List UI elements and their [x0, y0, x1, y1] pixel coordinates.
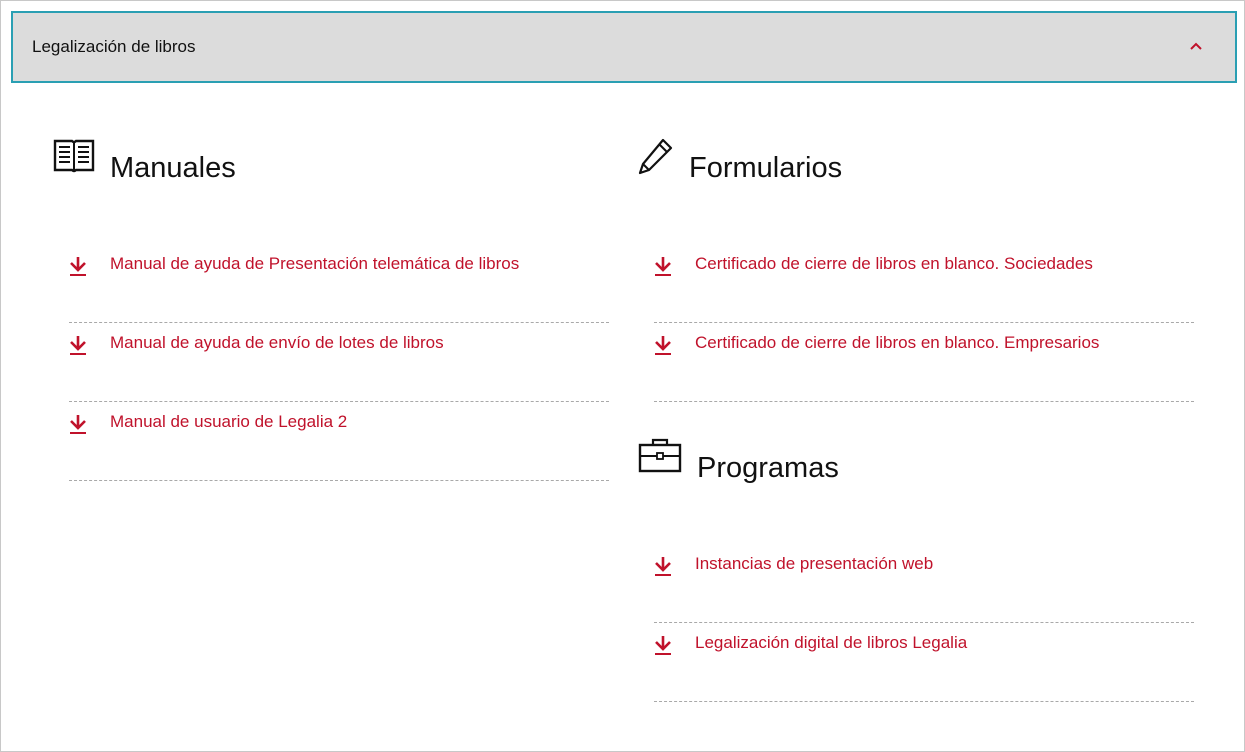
list-item[interactable]: Manual de ayuda de Presentación telemáti… — [69, 245, 609, 323]
pencil-icon — [638, 138, 673, 175]
manuales-list: Manual de ayuda de Presentación telemáti… — [69, 245, 609, 481]
section-formularios: Formularios Certificado de cierre de lib… — [638, 137, 1194, 407]
download-icon[interactable] — [654, 255, 672, 277]
list-item[interactable]: Certificado de cierre de libros en blanc… — [654, 245, 1194, 323]
download-icon[interactable] — [654, 334, 672, 356]
page-frame: Legalización de libros Manuales Manual d… — [0, 0, 1245, 752]
link-manual-usuario-legalia[interactable]: Manual de usuario de Legalia 2 — [110, 412, 347, 432]
download-icon[interactable] — [69, 413, 87, 435]
link-manual-envio-lotes[interactable]: Manual de ayuda de envío de lotes de lib… — [110, 333, 444, 353]
link-certificado-sociedades[interactable]: Certificado de cierre de libros en blanc… — [695, 254, 1093, 274]
list-item[interactable]: Instancias de presentación web — [654, 545, 1194, 623]
link-certificado-empresarios[interactable]: Certificado de cierre de libros en blanc… — [695, 333, 1099, 353]
link-instancias-presentacion-web[interactable]: Instancias de presentación web — [695, 554, 933, 574]
open-book-icon — [53, 139, 95, 173]
section-title-formularios: Formularios — [689, 152, 843, 184]
list-item[interactable]: Manual de ayuda de envío de lotes de lib… — [69, 324, 609, 402]
programas-list: Instancias de presentación web Legalizac… — [654, 545, 1194, 702]
chevron-up-icon[interactable] — [1189, 39, 1203, 53]
download-icon[interactable] — [654, 555, 672, 577]
accordion-title: Legalización de libros — [32, 37, 196, 56]
briefcase-icon — [638, 438, 682, 473]
section-title-programas: Programas — [697, 452, 839, 484]
accordion-header-legalizacion[interactable]: Legalización de libros — [11, 11, 1237, 83]
download-icon[interactable] — [654, 634, 672, 656]
section-programas: Programas Instancias de presentación web… — [638, 437, 1194, 707]
download-icon[interactable] — [69, 255, 87, 277]
list-item[interactable]: Manual de usuario de Legalia 2 — [69, 403, 609, 481]
section-title-manuales: Manuales — [110, 152, 236, 184]
list-item[interactable]: Legalización digital de libros Legalia — [654, 624, 1194, 702]
section-manuales: Manuales Manual de ayuda de Presentación… — [53, 137, 609, 497]
list-item[interactable]: Certificado de cierre de libros en blanc… — [654, 324, 1194, 402]
link-legalizacion-digital-legalia[interactable]: Legalización digital de libros Legalia — [695, 633, 967, 653]
link-manual-presentacion-telematica[interactable]: Manual de ayuda de Presentación telemáti… — [110, 254, 519, 274]
formularios-list: Certificado de cierre de libros en blanc… — [654, 245, 1194, 402]
download-icon[interactable] — [69, 334, 87, 356]
